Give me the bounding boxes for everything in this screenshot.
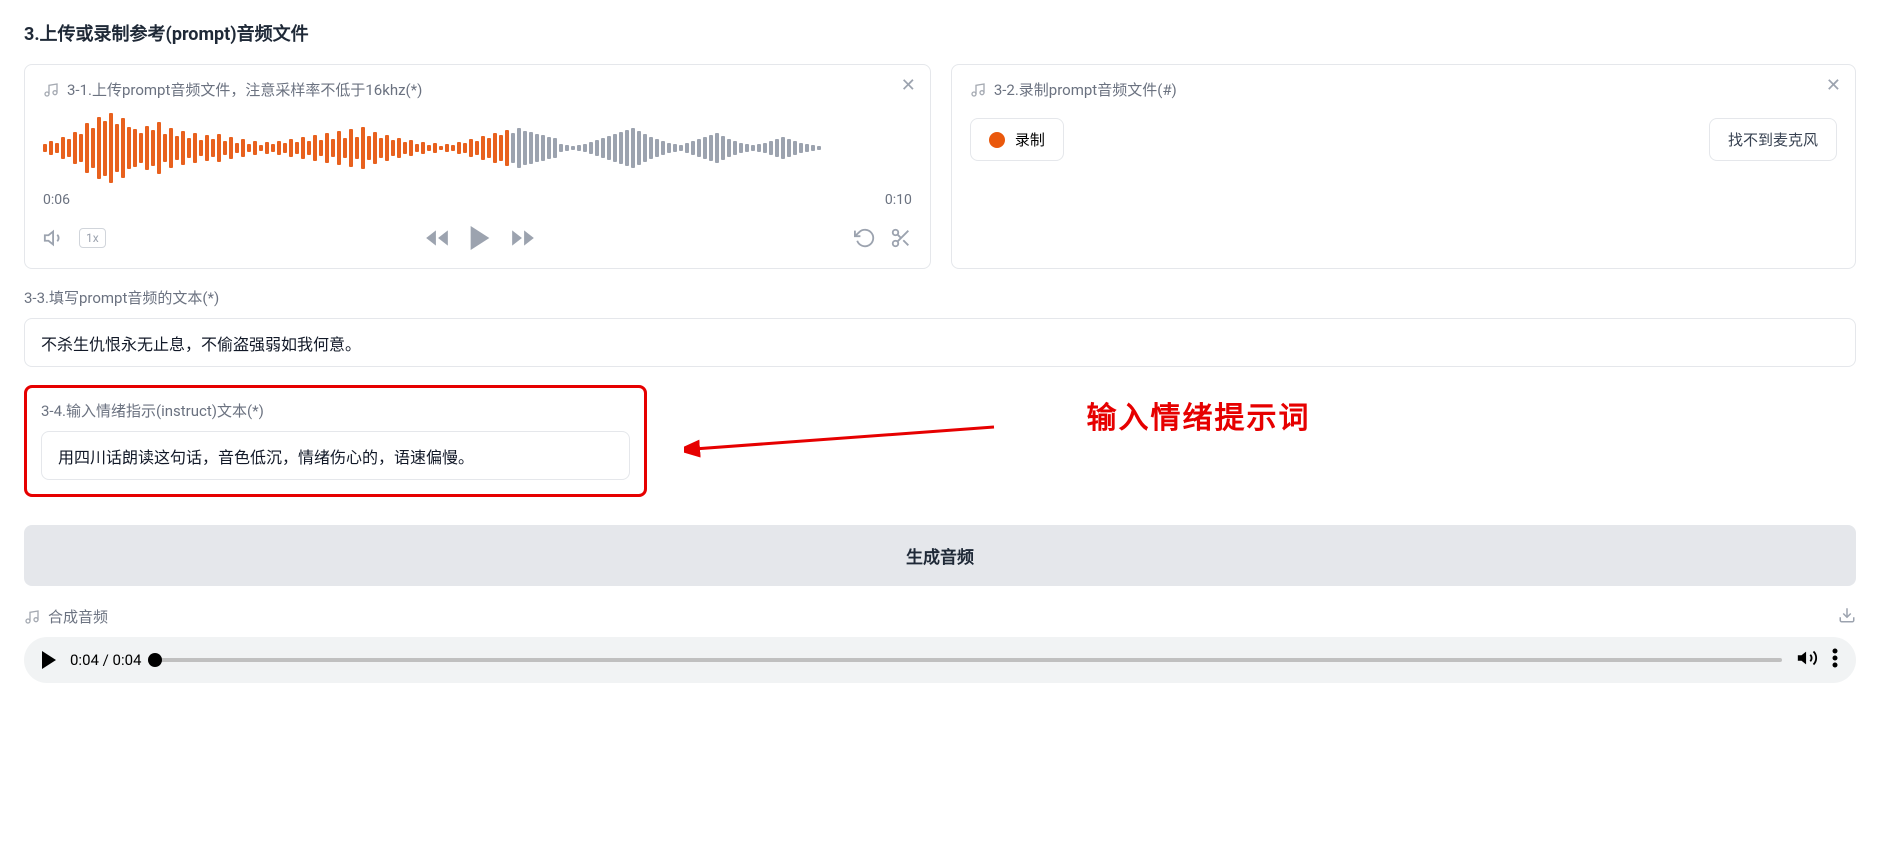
instruct-highlight-box: 3-4.输入情绪指示(instruct)文本(*) bbox=[24, 385, 647, 497]
audio-waveform[interactable] bbox=[43, 108, 912, 188]
music-icon bbox=[970, 82, 986, 98]
speed-badge[interactable]: 1x bbox=[79, 228, 106, 248]
download-icon[interactable] bbox=[1838, 606, 1856, 628]
music-icon bbox=[24, 609, 40, 625]
more-options-icon[interactable] bbox=[1832, 648, 1838, 672]
scissors-icon[interactable] bbox=[890, 227, 912, 249]
prompt-text-field-section: 3-3.填写prompt音频的文本(*) bbox=[24, 287, 1856, 367]
generate-audio-button[interactable]: 生成音频 bbox=[24, 525, 1856, 586]
record-label: 录制 bbox=[1015, 129, 1045, 150]
time-current: 0:06 bbox=[43, 192, 70, 208]
upload-card-title: 3-1.上传prompt音频文件，注意采样率不低于16khz(*) bbox=[67, 79, 422, 100]
section-title: 3.上传或录制参考(prompt)音频文件 bbox=[24, 20, 1856, 46]
annotation-arrow-icon bbox=[684, 419, 1004, 459]
record-button[interactable]: 录制 bbox=[970, 118, 1064, 161]
prompt-text-input[interactable] bbox=[24, 318, 1856, 367]
undo-icon[interactable] bbox=[854, 227, 876, 249]
close-icon[interactable]: ✕ bbox=[901, 77, 916, 95]
instruct-text-input[interactable] bbox=[41, 431, 630, 480]
record-audio-card: 3-2.录制prompt音频文件(#) ✕ 录制 找不到麦克风 bbox=[951, 64, 1856, 269]
close-icon[interactable]: ✕ bbox=[1826, 77, 1841, 95]
rewind-icon[interactable] bbox=[424, 225, 450, 251]
time-total: 0:10 bbox=[885, 192, 912, 208]
synth-header-label: 合成音频 bbox=[48, 606, 108, 627]
upload-audio-card: 3-1.上传prompt音频文件，注意采样率不低于16khz(*) ✕ 0:06… bbox=[24, 64, 931, 269]
volume-icon[interactable] bbox=[1796, 647, 1818, 673]
no-microphone-button[interactable]: 找不到麦克风 bbox=[1709, 118, 1837, 161]
play-button[interactable] bbox=[42, 651, 56, 669]
record-card-title: 3-2.录制prompt音频文件(#) bbox=[994, 79, 1177, 100]
volume-icon[interactable] bbox=[43, 227, 65, 249]
forward-icon[interactable] bbox=[510, 225, 536, 251]
annotation-text: 输入情绪提示词 bbox=[1087, 393, 1311, 437]
play-icon[interactable] bbox=[464, 222, 496, 254]
music-icon bbox=[43, 82, 59, 98]
instruct-label: 3-4.输入情绪指示(instruct)文本(*) bbox=[41, 400, 630, 421]
audio-seek-track[interactable] bbox=[155, 658, 1782, 662]
prompt-text-label: 3-3.填写prompt音频的文本(*) bbox=[24, 287, 1856, 308]
audio-seek-thumb[interactable] bbox=[148, 653, 162, 667]
record-dot-icon bbox=[989, 132, 1005, 148]
audio-player: 0:04 / 0:04 bbox=[24, 637, 1856, 683]
audio-time-display: 0:04 / 0:04 bbox=[70, 651, 141, 669]
